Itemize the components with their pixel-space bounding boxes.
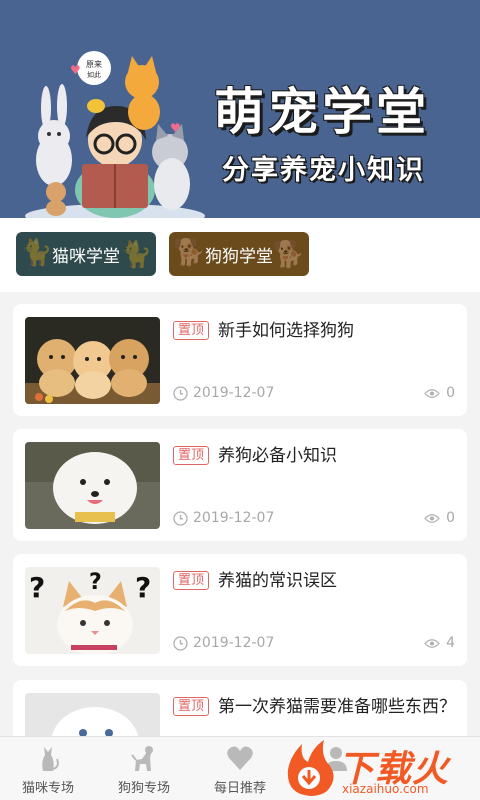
article-title: 养狗必备小知识 <box>218 446 337 466</box>
cat-school-label: 猫咪学堂 <box>52 246 120 267</box>
cat-icon <box>42 747 59 771</box>
flame-logo-icon <box>287 740 334 796</box>
dog-icon <box>131 746 153 771</box>
cat-school-button[interactable]: 🐈 🐈 猫咪学堂 <box>16 232 156 276</box>
article-title: 养猫的常识误区 <box>218 571 337 591</box>
pinned-badge: 置顶 <box>173 697 210 716</box>
nav-tab-dog[interactable]: 狗狗专场 <box>96 737 192 800</box>
article-views: 0 <box>424 510 455 526</box>
article-views-count: 0 <box>446 510 455 526</box>
heart-icon <box>227 746 253 770</box>
pinned-badge: 置顶 <box>173 321 210 340</box>
banner-subtitle: 分享养宠小知识 <box>222 155 425 186</box>
nav-tab-daily[interactable]: 每日推荐 <box>192 737 288 800</box>
clock-icon <box>173 510 188 526</box>
article-card[interactable]: ? ? ? 置顶 养猫的常识误区 2019-12-07 4 <box>13 554 467 666</box>
dog-silhouette-icon: 🐕 <box>272 240 305 270</box>
article-title: 新手如何选择狗狗 <box>218 321 354 341</box>
dog-silhouette-icon: 🐕 <box>173 238 206 268</box>
eye-icon <box>424 638 440 648</box>
pinned-badge: 置顶 <box>173 446 210 465</box>
article-date-text: 2019-12-07 <box>193 510 275 526</box>
dog-school-label: 狗狗学堂 <box>205 246 273 267</box>
article-views-count: 4 <box>446 635 455 651</box>
eye-icon <box>424 513 440 523</box>
banner-illustration: 原来 如此 ♥ ♥ <box>25 51 205 218</box>
cat-silhouette-icon: 🐈 <box>119 240 152 270</box>
article-title: 第一次养猫需要准备哪些东西？ <box>218 697 456 717</box>
nav-tab-label: 狗狗专场 <box>117 781 170 796</box>
watermark: 下载火 xiazaihuo.com <box>282 736 480 800</box>
eye-icon <box>424 388 440 398</box>
svg-text:?: ? <box>89 570 102 595</box>
svg-text:原来: 原来 <box>86 60 102 69</box>
article-views: 0 <box>424 385 455 401</box>
banner[interactable]: 原来 如此 ♥ ♥ 萌宠学堂 分享养宠小知识 <box>0 0 480 218</box>
svg-text:?: ? <box>29 571 45 604</box>
svg-text:如此: 如此 <box>87 70 101 79</box>
pinned-badge: 置顶 <box>173 571 210 590</box>
article-card[interactable]: 置顶 新手如何选择狗狗 2019-12-07 0 <box>13 304 467 416</box>
cat-silhouette-icon: 🐈 <box>20 238 53 268</box>
category-bar: 🐈 🐈 猫咪学堂 🐕 🐕 狗狗学堂 <box>0 218 480 292</box>
article-card[interactable]: 置顶 养狗必备小知识 2019-12-07 0 <box>13 429 467 541</box>
article-date-text: 2019-12-07 <box>193 635 275 651</box>
article-thumbnail <box>25 317 160 404</box>
article-date-text: 2019-12-07 <box>193 385 275 401</box>
article-thumbnail <box>25 442 160 529</box>
svg-text:?: ? <box>135 571 151 604</box>
clock-icon <box>173 385 188 401</box>
article-date: 2019-12-07 <box>173 635 274 651</box>
watermark-url: xiazaihuo.com <box>342 782 429 796</box>
nav-tab-label: 每日推荐 <box>213 781 266 796</box>
banner-title: 萌宠学堂 <box>214 83 430 141</box>
nav-tab-label: 猫咪专场 <box>21 781 74 796</box>
svg-text:♥: ♥ <box>170 121 181 135</box>
svg-text:♥: ♥ <box>70 63 81 77</box>
article-views: 4 <box>424 635 455 651</box>
article-date: 2019-12-07 <box>173 385 274 401</box>
article-date: 2019-12-07 <box>173 510 274 526</box>
clock-icon <box>173 635 188 651</box>
article-thumbnail: ? ? ? <box>25 567 160 654</box>
nav-tab-cat[interactable]: 猫咪专场 <box>0 737 96 800</box>
article-views-count: 0 <box>446 385 455 401</box>
dog-school-button[interactable]: 🐕 🐕 狗狗学堂 <box>169 232 309 276</box>
